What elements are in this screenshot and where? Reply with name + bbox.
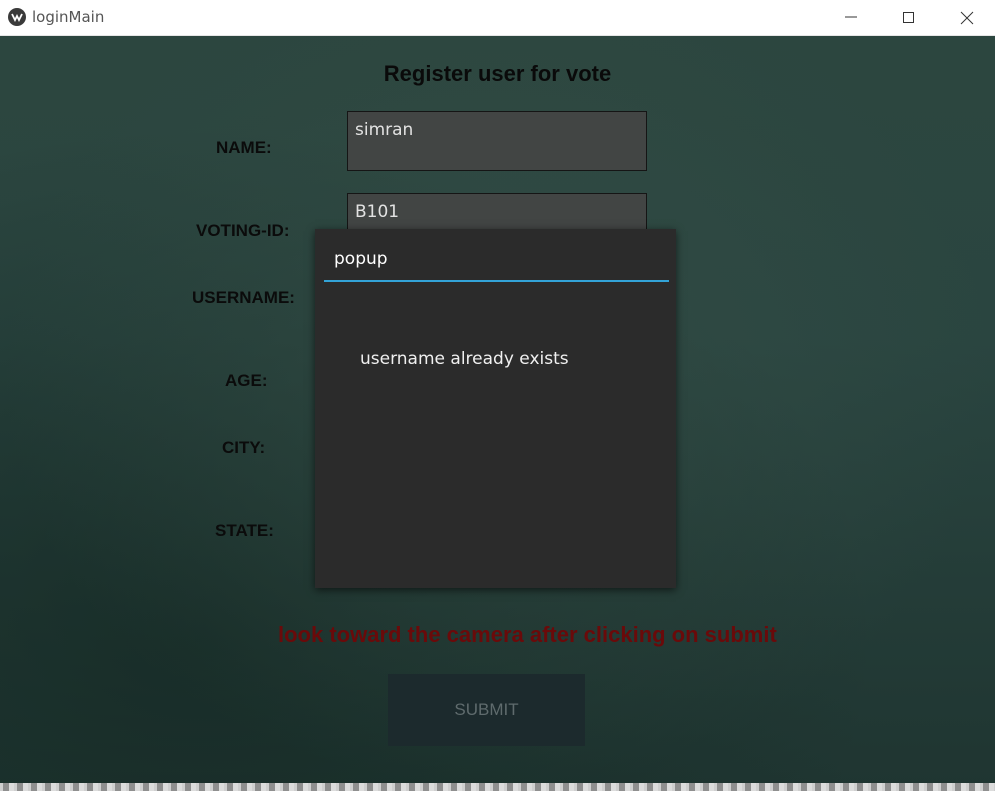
popup-title: popup xyxy=(334,249,388,269)
voting-id-label: VOTING-ID: xyxy=(196,221,290,240)
app-window: loginMain Register user for vote NAME: s… xyxy=(0,0,995,791)
window-title: loginMain xyxy=(32,8,105,26)
title-bar: loginMain xyxy=(0,0,995,36)
minimize-icon xyxy=(845,16,857,18)
form-title: Register user for vote xyxy=(383,61,612,86)
state-label: STATE: xyxy=(215,521,274,540)
username-label: USERNAME: xyxy=(192,288,295,307)
minimize-button[interactable] xyxy=(822,0,880,35)
maximize-button[interactable] xyxy=(880,0,938,35)
popup-dialog: popup username already exists xyxy=(315,229,676,588)
submit-button[interactable]: SUBMIT xyxy=(388,674,585,746)
age-label: AGE: xyxy=(225,371,268,390)
popup-title-separator xyxy=(324,280,669,282)
close-icon xyxy=(960,11,974,25)
close-button[interactable] xyxy=(938,0,995,35)
kivy-logo-icon xyxy=(8,8,26,26)
camera-warning: look toward the camera after clicking on… xyxy=(278,622,777,647)
name-label: NAME: xyxy=(216,138,272,157)
city-label: CITY: xyxy=(222,438,266,457)
bottom-edge xyxy=(0,783,995,791)
popup-message: username already exists xyxy=(360,349,569,369)
name-input[interactable]: simran xyxy=(347,111,647,171)
maximize-icon xyxy=(903,12,914,23)
